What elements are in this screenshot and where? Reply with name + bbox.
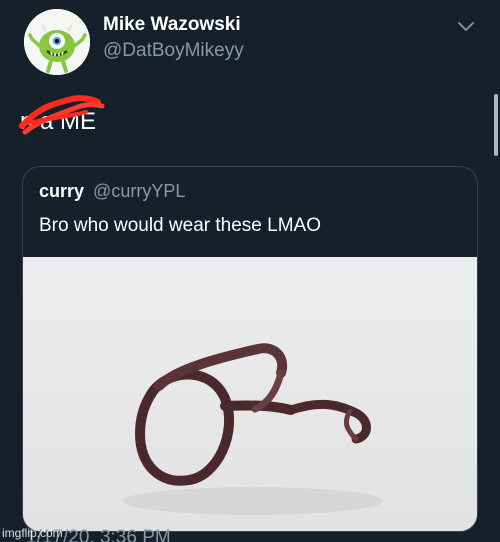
tweet-screenshot: Mike Wazowski @DatBoyMikeyy n a ME curry… (0, 0, 500, 542)
quoted-user-name[interactable]: curry (39, 181, 84, 201)
glasses-image-icon (23, 257, 477, 531)
quoted-tweet-text: Bro who would wear these LMAO (39, 215, 321, 236)
mike-wazowski-avatar-icon (24, 9, 90, 75)
scrollbar[interactable] (494, 94, 498, 156)
quoted-tweet-header: curry @curryYPL (39, 181, 185, 202)
imgflip-watermark: imgflip.com (2, 526, 63, 540)
user-handle[interactable]: @DatBoyMikeyy (103, 40, 244, 62)
avatar[interactable] (24, 9, 90, 75)
quoted-user-handle[interactable]: @curryYPL (93, 181, 185, 201)
user-name[interactable]: Mike Wazowski (103, 14, 241, 36)
red-censor-scribble (18, 94, 110, 136)
chevron-down-icon (458, 22, 474, 32)
quoted-tweet-card[interactable]: curry @curryYPL Bro who would wear these… (22, 166, 478, 532)
tweet-menu-button[interactable] (455, 20, 477, 34)
quoted-tweet-image[interactable] (23, 257, 477, 531)
